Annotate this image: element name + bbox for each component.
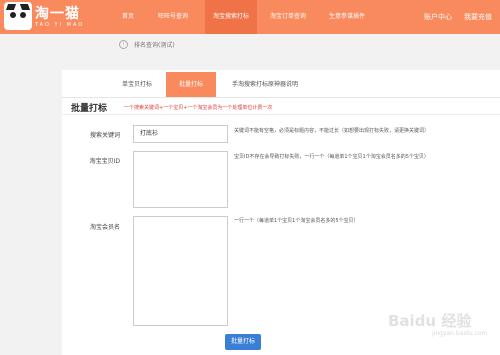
- nav-search-tagging[interactable]: 淘宝搜索打标: [205, 0, 257, 34]
- nav-wangwang-query[interactable]: 旺旺号查询: [148, 0, 198, 34]
- section-divider: [62, 114, 500, 115]
- batch-tag-submit-button[interactable]: 批量打标: [225, 334, 261, 350]
- baidu-watermark: Baidu 经验: [388, 312, 472, 330]
- member-name-textarea[interactable]: [133, 216, 228, 326]
- tab-instructions[interactable]: 手淘搜索打标原神器说明: [220, 72, 310, 97]
- info-icon: i: [119, 40, 128, 49]
- cat-logo-icon: [4, 2, 32, 30]
- section-title: 批量打标: [71, 104, 108, 114]
- logo-text: 淘一猫: [35, 6, 80, 22]
- keyword-input[interactable]: 打底衫: [133, 125, 228, 143]
- notice-bar: i 排名查询(测试): [110, 36, 500, 54]
- site-logo[interactable]: 淘一猫 TAO YI MAO: [4, 2, 84, 32]
- recharge-link[interactable]: 我要充值: [464, 0, 492, 34]
- baidu-watermark-url: jingyan.baidu.com: [432, 330, 488, 337]
- tab-divider: [62, 97, 500, 98]
- tab-single-item[interactable]: 单宝贝打标: [112, 72, 162, 97]
- keyword-label: 搜索关键词: [89, 132, 120, 139]
- notice-text[interactable]: 排名查询(测试): [134, 40, 175, 49]
- tab-batch[interactable]: 批量打标: [166, 72, 216, 97]
- nav-order-query[interactable]: 淘宝订单查询: [262, 0, 314, 34]
- logo-subtitle: TAO YI MAO: [35, 22, 85, 28]
- item-id-help: 宝贝ID不存在会导致打标失败，一行一个（每道单1个宝贝1个淘宝会员名多的5个宝贝…: [234, 154, 429, 160]
- member-name-help: 一行一个（每道单1个宝贝1个淘宝会员名多的5个宝贝）: [234, 218, 359, 224]
- member-name-label: 淘宝会员名: [89, 224, 120, 231]
- keyword-help: 关键词不能有空格，必须是标题内容，不能过长（如想要出现打标失败，请更换关键词）: [234, 128, 430, 134]
- top-navigation-bar: 淘一猫 TAO YI MAO 首页 旺旺号查询 淘宝搜索打标 淘宝订单查询 生意…: [0, 0, 500, 34]
- nav-business-plugin[interactable]: 生意参谋插件: [318, 0, 376, 34]
- item-id-textarea[interactable]: [133, 151, 228, 208]
- nav-home[interactable]: 首页: [112, 0, 144, 34]
- item-id-label: 淘宝宝贝ID: [89, 158, 120, 165]
- account-center-link[interactable]: 账户中心: [424, 0, 452, 34]
- billing-hint: 一个搜索关键词+一个宝贝+一个淘宝会员为一个处理单位计费一次: [124, 105, 273, 111]
